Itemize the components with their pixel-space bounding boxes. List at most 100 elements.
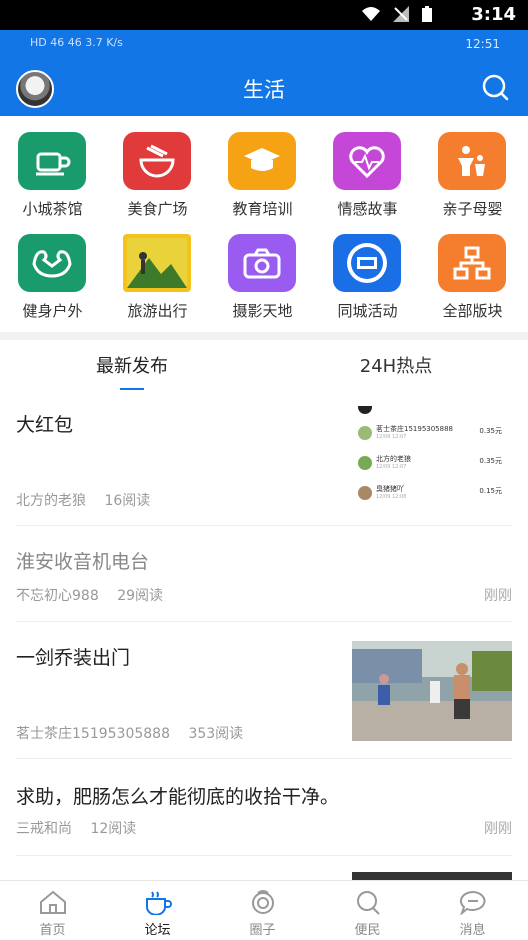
redpacket-date: 12/09 12:07 <box>376 434 407 440</box>
app-header: 生活 <box>0 60 528 116</box>
search-icon[interactable] <box>480 72 510 102</box>
post-thumbnail <box>352 641 512 741</box>
nav-services[interactable]: 便民 <box>315 881 420 940</box>
graduation-cap-icon <box>228 132 296 190</box>
category-food[interactable]: 美食广场 <box>105 116 210 218</box>
bottom-nav: 首页 论坛 圈子 便民 消息 <box>0 880 528 940</box>
home-icon <box>40 890 66 914</box>
post-author: 茗士茶庄15195305888 <box>16 726 170 742</box>
list-item: 臭猪猪吖 12/09 12:08 0.15元 <box>358 484 508 514</box>
bowl-icon <box>123 132 191 190</box>
tab-latest[interactable]: 最新发布 <box>0 352 264 378</box>
redpacket-name: 茗士茶庄15195305888 <box>376 425 453 433</box>
category-teahouse[interactable]: 小城茶馆 <box>0 116 105 218</box>
list-item: 茗士茶庄15195305888 12/09 12:07 0.35元 <box>358 424 508 454</box>
post-title: 淮安收音机电台 <box>16 551 150 573</box>
category-photography[interactable]: 摄影天地 <box>210 218 315 320</box>
category-label: 同城活动 <box>337 302 398 320</box>
section-divider <box>0 332 528 340</box>
teacup-icon <box>18 132 86 190</box>
post-time: 刚刚 <box>484 588 512 604</box>
system-time: 3:14 <box>471 4 516 25</box>
category-label: 健身户外 <box>22 302 83 320</box>
redpacket-name: 臭猪猪吖 <box>376 485 404 493</box>
category-fitness[interactable]: 健身户外 <box>0 218 105 320</box>
category-grid: 小城茶馆 美食广场 教育培训 情感故事 亲子母婴 健身户外 旅游出行 摄影天地 … <box>0 116 528 332</box>
camera-icon <box>228 234 296 292</box>
nav-circle[interactable]: 圈子 <box>210 881 315 940</box>
category-all-boards[interactable]: 全部版块 <box>420 218 525 320</box>
post-author: 北方的老狼 <box>16 493 86 509</box>
redpacket-amount: 0.35元 <box>479 427 502 435</box>
teacup-icon <box>146 891 172 915</box>
post-thumbnail <box>352 872 512 880</box>
category-label: 小城茶馆 <box>22 200 83 218</box>
city-badge-icon <box>333 234 401 292</box>
avatar <box>358 406 372 414</box>
redpacket-name: 北方的老狼 <box>376 455 411 463</box>
category-local-events[interactable]: 同城活动 <box>315 218 420 320</box>
post-reads: 353阅读 <box>188 726 244 742</box>
category-travel[interactable]: 旅游出行 <box>105 218 210 320</box>
sitemap-icon <box>438 234 506 292</box>
post-meta: 三戒和尚 12阅读 <box>16 818 136 838</box>
post-title: 大红包 <box>16 414 74 436</box>
chat-bubble-icon <box>459 890 486 915</box>
redpacket-date: 12/09 12:08 <box>376 494 407 500</box>
inner-time: 12:51 <box>465 37 500 51</box>
feed-tabs: 最新发布 24H热点 <box>0 340 528 392</box>
post-item[interactable]: 求助，肥肠怎么才能彻底的收拾干净。 三戒和尚 12阅读 刚刚 <box>16 760 512 856</box>
nav-label: 便民 <box>354 923 381 938</box>
parent-child-icon <box>438 132 506 190</box>
post-title: 一剑乔装出门 <box>16 647 131 669</box>
nav-label: 首页 <box>39 923 66 938</box>
system-status-bar: 3:14 <box>0 0 528 30</box>
category-label: 全部版块 <box>442 302 503 320</box>
nav-forum[interactable]: 论坛 <box>105 881 210 940</box>
inner-network-info: HD 46 46 3.7 K/s <box>30 36 123 49</box>
category-emotion[interactable]: 情感故事 <box>315 116 420 218</box>
post-reads: 16阅读 <box>104 493 151 509</box>
redpacket-amount: 0.35元 <box>479 457 502 465</box>
travel-icon <box>123 234 191 292</box>
post-time: 刚刚 <box>484 821 512 837</box>
list-item: 北方的老狼 12/09 12:07 0.35元 <box>358 454 508 484</box>
post-thumbnail: 茗士茶庄15195305888 12/09 12:07 0.35元 北方的老狼 … <box>352 406 512 516</box>
post-title: 求助，肥肠怎么才能彻底的收拾干净。 <box>16 786 340 808</box>
nav-label: 消息 <box>459 923 486 938</box>
redpacket-date: 12/09 12:07 <box>376 464 407 470</box>
post-meta: 茗士茶庄15195305888 353阅读 <box>16 723 243 743</box>
post-reads: 12阅读 <box>90 821 137 837</box>
nav-messages[interactable]: 消息 <box>420 881 525 940</box>
page-title: 生活 <box>243 78 285 102</box>
category-label: 情感故事 <box>337 200 398 218</box>
post-item[interactable]: 淮安收音机电台 不忘初心988 29阅读 刚刚 <box>16 527 512 622</box>
circle-icon <box>252 890 274 914</box>
category-label: 教育培训 <box>232 200 293 218</box>
post-item[interactable]: 大红包 北方的老狼 16阅读 茗士茶庄15195305888 12/09 12:… <box>16 396 512 526</box>
redpacket-amount: 0.15元 <box>479 487 502 495</box>
post-item[interactable]: 一剑乔装出门 茗士茶庄15195305888 353阅读 <box>16 623 512 759</box>
tab-24h-hot[interactable]: 24H热点 <box>264 352 528 378</box>
heart-pulse-icon <box>333 132 401 190</box>
search-icon <box>357 891 380 915</box>
category-label: 摄影天地 <box>232 302 293 320</box>
post-meta: 不忘初心988 29阅读 <box>16 585 163 605</box>
category-parenting[interactable]: 亲子母婴 <box>420 116 525 218</box>
muscle-icon <box>18 234 86 292</box>
active-tab-indicator <box>120 388 144 390</box>
category-label: 美食广场 <box>127 200 188 218</box>
nav-label: 论坛 <box>144 923 171 938</box>
wifi-icon <box>361 6 380 26</box>
redpacket-list: 茗士茶庄15195305888 12/09 12:07 0.35元 北方的老狼 … <box>358 424 508 514</box>
post-meta: 北方的老狼 16阅读 <box>16 490 150 510</box>
post-author: 不忘初心988 <box>16 588 99 604</box>
nav-label: 圈子 <box>249 923 276 938</box>
category-education[interactable]: 教育培训 <box>210 116 315 218</box>
post-reads: 29阅读 <box>117 588 164 604</box>
inner-status-bar: HD 46 46 3.7 K/s 12:51 <box>0 30 528 60</box>
category-label: 亲子母婴 <box>442 200 503 218</box>
nav-home[interactable]: 首页 <box>0 881 105 940</box>
signal-icon <box>392 6 409 26</box>
category-label: 旅游出行 <box>127 302 188 320</box>
